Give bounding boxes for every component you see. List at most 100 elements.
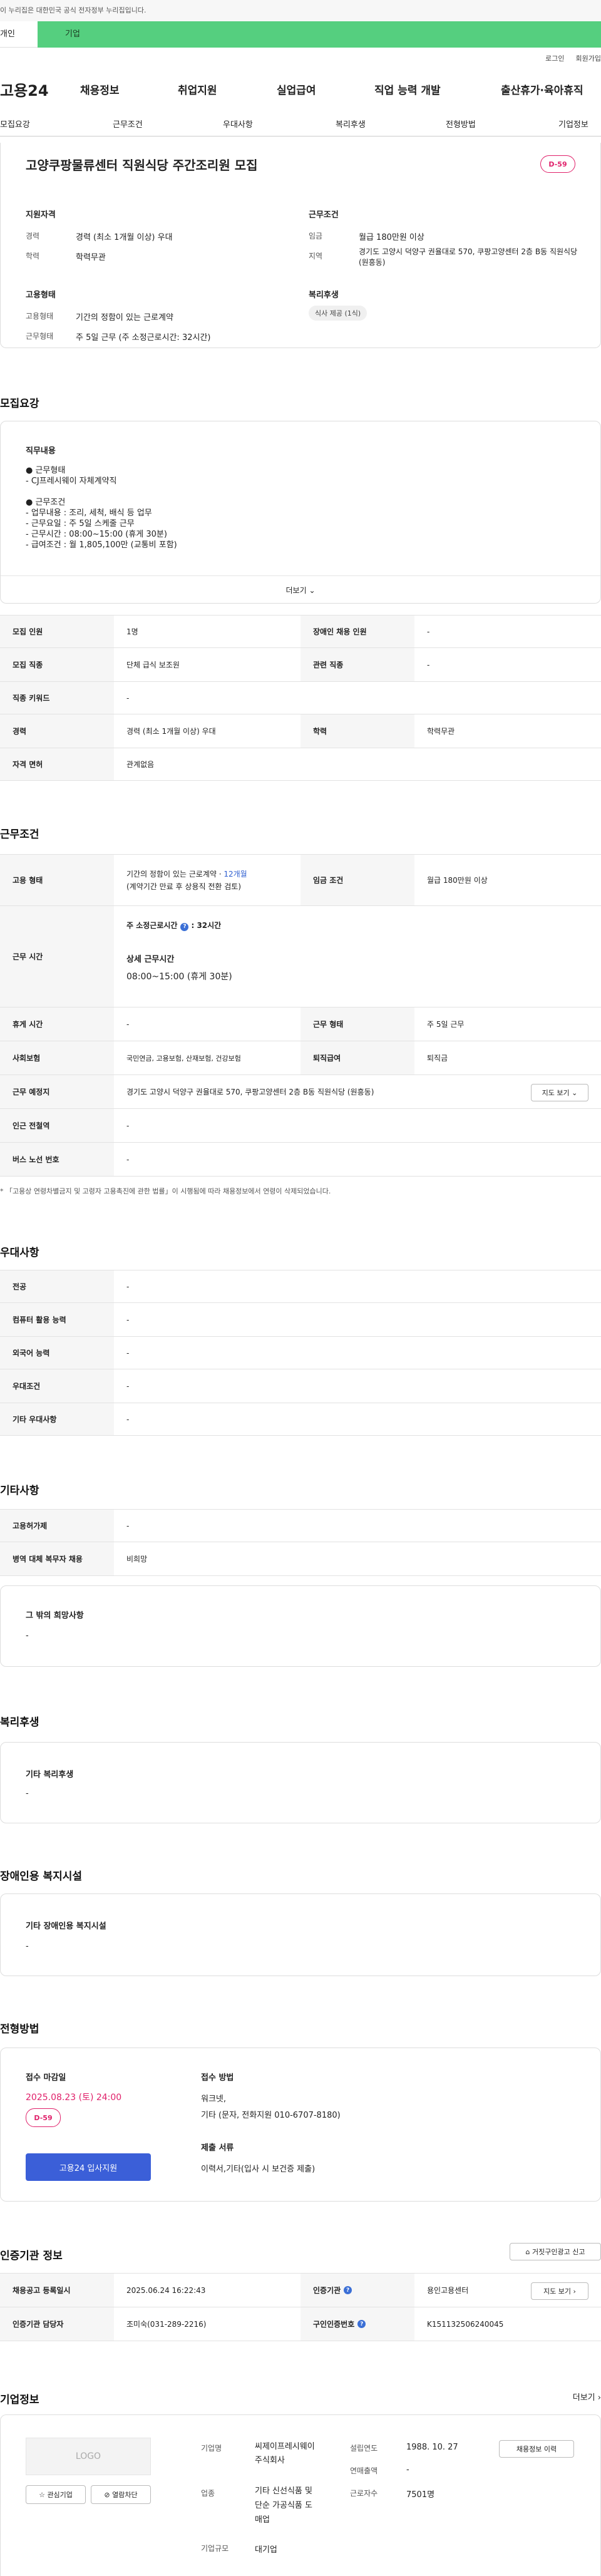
tab-prefer[interactable]: 우대사항 (223, 118, 253, 130)
row-value: - (126, 693, 130, 703)
info-icon[interactable]: ? (180, 922, 189, 931)
table-row: 고용 형태 기간의 정함이 있는 근로계약 · 12개월 (계약기간 만료 후 … (0, 855, 601, 906)
duty-line: - 급여조건 : 월 1,805,100만 (교통비 포함) (26, 540, 177, 550)
row-value: - (126, 1282, 130, 1291)
work-value: 주 5일 근무 (주 소정근로시간: 32시간) (76, 333, 211, 343)
insurance-label: 사회보험 (0, 1041, 114, 1074)
tab-apply[interactable]: 전형방법 (446, 118, 476, 130)
cert-heading: 인증기관 정보 (0, 2250, 63, 2262)
info-icon[interactable]: ? (357, 2320, 366, 2328)
recruit-heading: 모집요강 (0, 398, 39, 410)
company-more-link[interactable]: 더보기 › (573, 2391, 601, 2403)
job-history-button[interactable]: 채용정보 이력 (499, 2440, 574, 2458)
table-row: 인증기관 담당자 조미숙(031-289-2216) 구인인증번호? K1511… (0, 2307, 601, 2341)
chevron-right-icon: › (597, 2393, 601, 2403)
agency-label: 인증기관? (300, 2274, 414, 2307)
emp-value: 기간의 정함이 있는 근로계약 (76, 313, 173, 322)
row-value: - (126, 1315, 130, 1324)
cert-num-label-text: 구인인증번호 (313, 2320, 355, 2329)
tab-recruit[interactable]: 모집요강 (0, 118, 30, 130)
row-label: 모집 인원 (0, 616, 114, 647)
disabled-value: - (26, 1942, 29, 1951)
duty-card: 직무내용 ● 근무형태 - CJ프레시웨이 자체계약직 ● 근무조건 - 업무내용 :… (0, 421, 601, 604)
user-type-bar: 개인 기업 (0, 21, 601, 48)
emp-type-value: 기간의 정함이 있는 근로계약 · 12개월 (계약기간 만료 후 상용직 전환… (126, 855, 247, 905)
table-row: 병역 대체 복무자 채용 비희망 (0, 1542, 601, 1576)
global-nav: 고용24 채용정보 취업지원 실업급여 직업 능력 개발 출산휴가·육아휴직 (0, 69, 601, 109)
gnb-recruit[interactable]: 채용정보 (80, 81, 120, 97)
table-row: 모집 직종 단체 급식 보조원 관련 직종 - (0, 648, 601, 682)
company-name-label: 기업명 (201, 2444, 222, 2453)
emp-note: (계약기간 만료 후 상용직 전환 검토) (126, 882, 241, 891)
cert-num-label: 구인인증번호? (300, 2307, 414, 2341)
duty-line: - 근무요일 : 주 5일 스케줄 근무 (26, 519, 135, 528)
place-value: 경기도 고양시 덕양구 권율대로 570, 쿠팡고양센터 2층 B동 직원식당 … (126, 1088, 374, 1096)
more-label: 더보기 (285, 586, 307, 595)
founded-label: 설립연도 (350, 2444, 378, 2453)
apply-button[interactable]: 고용24 입사지원 (26, 2153, 151, 2181)
conditions-heading: 근무조건 (0, 828, 39, 841)
disabled-card: 기타 장애인용 복지시설 - (0, 1893, 601, 1976)
duty-line: - CJ프레시웨이 자체계약직 (26, 477, 117, 486)
docs-label: 제출 서류 (201, 2143, 234, 2153)
reg-label: 채용공고 등록일시 (0, 2274, 114, 2307)
tab-company-info[interactable]: 기업정보 (558, 118, 588, 130)
agency-map-button[interactable]: 지도 보기 › (531, 2282, 588, 2300)
welfare-card: 기타 복리후생 - (0, 1742, 601, 1823)
join-link[interactable]: 회원가입 (576, 53, 601, 63)
gnb-leave[interactable]: 출산휴가·육아휴직 (501, 81, 583, 97)
row-label: 우대조건 (0, 1369, 114, 1403)
manager-value: 조미숙(031-289-2216) (126, 2320, 207, 2329)
station-value: - (126, 1121, 130, 1130)
industry-label: 업종 (201, 2489, 215, 2498)
apply-card: 접수 마감일 2025.08.23 (토) 24:00 D-59 고용24 입사… (0, 2048, 601, 2202)
welfare-title: 복리후생 (309, 291, 339, 300)
gnb-unemployment[interactable]: 실업급여 (277, 81, 316, 97)
login-link[interactable]: 로그인 (545, 53, 564, 63)
row-value: - (126, 1521, 130, 1530)
method-value-1: 워크넷, (201, 2094, 227, 2104)
cert-table: 채용공고 등록일시 2025.06.24 16:22:43 인증기관? 용인고용… (0, 2273, 601, 2341)
row-label: 장애인 채용 인원 (300, 616, 414, 647)
cert-num-value: K151132506240045 (427, 2319, 504, 2329)
site-logo[interactable]: 고용24 (0, 78, 49, 100)
pension-label: 퇴직급여 (300, 1041, 414, 1074)
row-label: 자격 면허 (0, 748, 114, 780)
agency-label-text: 인증기관 (313, 2286, 341, 2295)
method-label: 접수 방법 (201, 2073, 234, 2083)
company-more-label: 더보기 (572, 2393, 595, 2403)
tab-individual[interactable]: 개인 (0, 21, 38, 48)
favorite-company-button[interactable]: ☆ 관심기업 (26, 2485, 86, 2504)
weekly-value: : 32시간 (191, 921, 222, 930)
tab-welfare[interactable]: 복리후생 (336, 118, 366, 130)
map-button[interactable]: 지도 보기 ⌄ (531, 1084, 588, 1101)
method-value-2: 기타 (문자, 전화지원 010-6707-8180) (201, 2111, 341, 2120)
row-value: 관계없음 (126, 760, 155, 769)
table-row: 버스 노선 번호 - (0, 1143, 601, 1177)
gnb-training[interactable]: 직업 능력 개발 (374, 81, 441, 97)
tab-company[interactable]: 기업 (38, 21, 601, 48)
agency-map-label: 지도 보기 (543, 2287, 572, 2295)
block-company-button[interactable]: ⊘ 열람차단 (91, 2485, 151, 2504)
tab-conditions[interactable]: 근무조건 (113, 118, 143, 130)
info-icon[interactable]: ? (344, 2286, 352, 2294)
row-label: 직종 키워드 (0, 682, 114, 714)
gov-notice: 이 누리집은 대한민국 공식 전자정부 누리집입니다. (0, 0, 601, 21)
block-icon: ⊘ (104, 2490, 110, 2499)
row-value: - (126, 1414, 130, 1424)
row-label: 모집 직종 (0, 648, 114, 681)
row-label: 학력 (300, 714, 414, 748)
company-name-line: 씨제이프레시웨이 (255, 2442, 315, 2451)
table-row: 휴게 시간 - 근무 형태 주 5일 근무 (0, 1007, 601, 1041)
more-button[interactable]: 더보기 ⌄ (1, 575, 600, 595)
row-label: 병역 대체 복무자 채용 (0, 1542, 114, 1575)
gnb-support[interactable]: 취업지원 (178, 81, 217, 97)
report-button[interactable]: ⌂ 거짓구인광고 신고 (510, 2243, 601, 2260)
break-label: 휴게 시간 (0, 1007, 114, 1041)
gov-notice-text: 이 누리집은 대한민국 공식 전자정부 누리집입니다. (0, 6, 146, 14)
dday-badge: D-59 (540, 155, 575, 173)
welfare-sub: 기타 복리후생 (26, 1770, 74, 1780)
edu-value: 학력무관 (76, 253, 106, 262)
row-value: 단체 급식 보조원 (126, 661, 180, 669)
report-label: 거짓구인광고 신고 (532, 2248, 585, 2256)
